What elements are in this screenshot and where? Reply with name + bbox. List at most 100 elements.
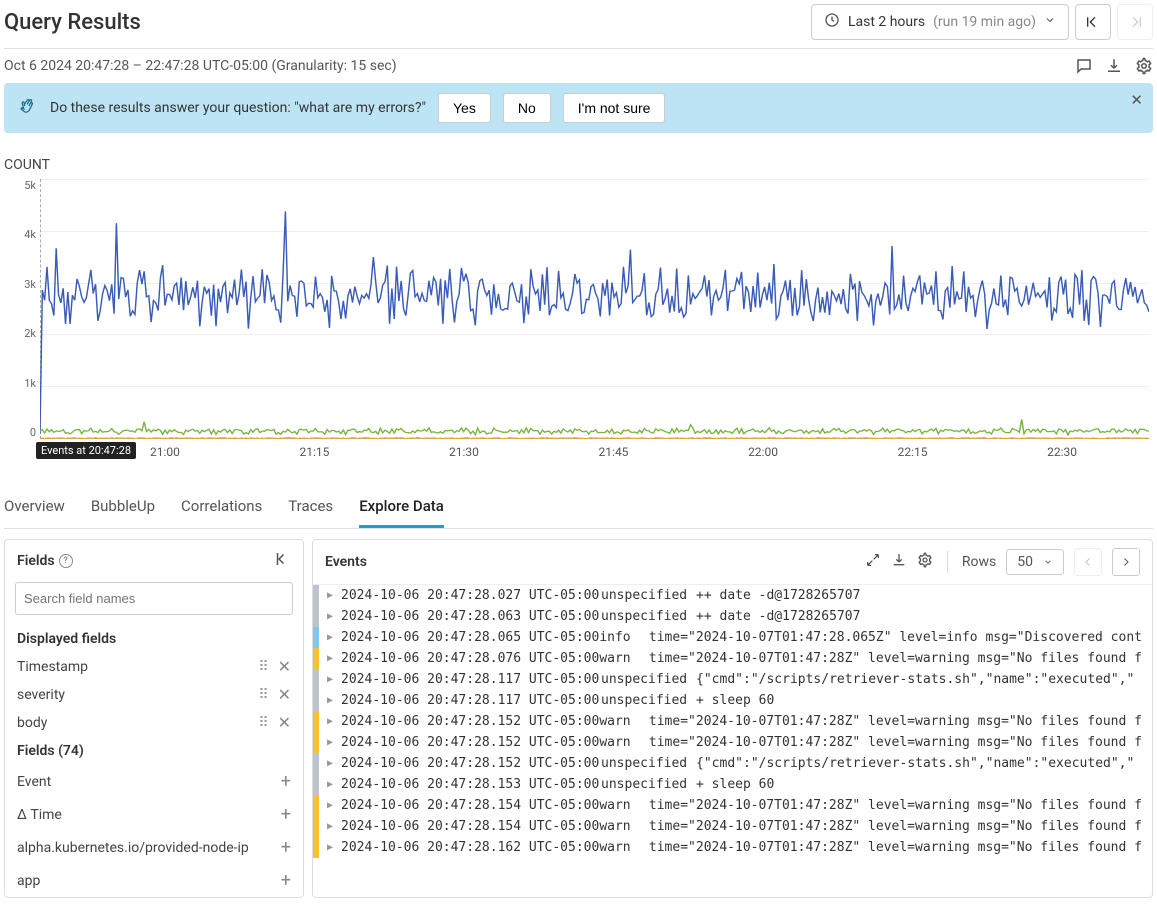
field-row[interactable]: alpha.kubernetes.io/provided-node-ip+ xyxy=(5,831,303,864)
event-timestamp: 2024-10-06 20:47:28.162 UTC-05:00 xyxy=(341,840,599,855)
x-tick: 21:15 xyxy=(300,445,330,459)
events-panel: Events Rows 50 xyxy=(312,539,1153,898)
field-row[interactable]: Event+ xyxy=(5,765,303,798)
expand-row-icon[interactable]: ▶ xyxy=(327,590,333,601)
expand-row-icon[interactable]: ▶ xyxy=(327,632,333,643)
expand-row-icon[interactable]: ▶ xyxy=(327,737,333,748)
collapse-panel-button[interactable] xyxy=(273,550,291,572)
event-body: ++ date -d@1728265707 xyxy=(696,609,860,624)
displayed-field-row[interactable]: severity ⠿ ✕ xyxy=(5,681,303,709)
displayed-field-row[interactable]: body⠿✕ xyxy=(5,709,303,737)
event-severity: warn xyxy=(599,714,649,729)
banner-unsure-button[interactable]: I'm not sure xyxy=(563,93,666,123)
count-chart[interactable]: 5k4k3k2k1k0 Events at 20:47:28 xyxy=(40,179,1149,439)
event-body: time="2024-10-07T01:47:28Z" level=warnin… xyxy=(649,714,1142,729)
event-body: time="2024-10-07T01:47:28Z" level=warnin… xyxy=(649,651,1142,666)
event-row[interactable]: ▶2024-10-06 20:47:28.152 UTC-05:00warnti… xyxy=(313,711,1152,732)
time-range-selector[interactable]: Last 2 hours (run 19 min ago) xyxy=(811,4,1069,40)
next-page-button[interactable] xyxy=(1112,548,1140,576)
event-row[interactable]: ▶ 2024-10-06 20:47:28.117 UTC-05:00unspec… xyxy=(313,669,1152,690)
event-row[interactable]: ▶2024-10-06 20:47:28.162 UTC-05:00warnti… xyxy=(313,837,1152,858)
banner-no-button[interactable]: No xyxy=(503,93,551,123)
tab-overview[interactable]: Overview xyxy=(4,487,65,528)
event-row[interactable]: ▶ 2024-10-06 20:47:28.154 UTC-05:00warnti… xyxy=(313,816,1152,837)
event-row[interactable]: ▶2024-10-06 20:47:28.152 UTC-05:00warnti… xyxy=(313,732,1152,753)
event-row[interactable]: ▶2024-10-06 20:47:28.152 UTC-05:00unspec… xyxy=(313,753,1152,774)
expand-row-icon[interactable]: ▶ xyxy=(327,779,333,790)
event-timestamp: 2024-10-06 20:47:28.153 UTC-05:00 xyxy=(341,777,601,792)
x-tick: 22:15 xyxy=(898,445,928,459)
event-timestamp: 2024-10-06 20:47:28.117 UTC-05:00 xyxy=(341,672,601,687)
event-timestamp: 2024-10-06 20:47:28.154 UTC-05:00 xyxy=(341,798,599,813)
drag-handle-icon[interactable]: ⠿ xyxy=(258,659,267,675)
tab-explore-data[interactable]: Explore Data xyxy=(359,487,444,528)
event-row[interactable]: ▶2024-10-06 20:47:28.117 UTC-05:00unspec… xyxy=(313,690,1152,711)
rows-select[interactable]: 50 xyxy=(1006,549,1064,575)
event-severity: warn xyxy=(599,798,649,813)
comment-button[interactable] xyxy=(1075,57,1093,75)
event-timestamp: 2024-10-06 20:47:28.152 UTC-05:00 xyxy=(341,735,599,750)
expand-row-icon[interactable]: ▶ xyxy=(327,695,333,706)
banner-yes-button[interactable]: Yes xyxy=(438,93,491,123)
drag-handle-icon[interactable]: ⠿ xyxy=(258,687,267,703)
prev-query-button[interactable] xyxy=(1075,4,1111,40)
tab-traces[interactable]: Traces xyxy=(288,487,333,528)
field-row[interactable]: app+ xyxy=(5,864,303,897)
remove-field-button[interactable]: ✕ xyxy=(278,715,291,731)
add-field-button[interactable]: + xyxy=(281,837,291,858)
prev-page-button xyxy=(1074,548,1102,576)
tab-correlations[interactable]: Correlations xyxy=(181,487,262,528)
events-download-button[interactable] xyxy=(891,552,907,572)
tab-bubbleup[interactable]: BubbleUp xyxy=(91,487,155,528)
expand-button[interactable] xyxy=(865,552,881,572)
event-timestamp: 2024-10-06 20:47:28.063 UTC-05:00 xyxy=(341,609,601,624)
field-row[interactable]: Δ Time + xyxy=(5,798,303,831)
add-field-button[interactable]: + xyxy=(281,804,291,825)
y-tick: 0 xyxy=(6,426,36,439)
y-tick: 1k xyxy=(6,377,36,390)
fields-search-input[interactable] xyxy=(15,582,293,615)
y-tick: 2k xyxy=(6,327,36,340)
event-row[interactable]: ▶2024-10-06 20:47:28.154 UTC-05:00warnti… xyxy=(313,795,1152,816)
expand-row-icon[interactable]: ▶ xyxy=(327,821,333,832)
event-severity: unspecified xyxy=(601,777,696,792)
add-field-button[interactable]: + xyxy=(281,870,291,891)
help-icon[interactable]: ? xyxy=(59,554,73,568)
event-row[interactable]: ▶2024-10-06 20:47:28.065 UTC-05:00infoti… xyxy=(313,627,1152,648)
add-field-button[interactable]: + xyxy=(281,771,291,792)
expand-row-icon[interactable]: ▶ xyxy=(327,758,333,769)
event-row[interactable]: ▶ 2024-10-06 20:47:28.153 UTC-05:00unspec… xyxy=(313,774,1152,795)
expand-row-icon[interactable]: ▶ xyxy=(327,674,333,685)
fields-panel: Fields ? Displayed fields Timestamp⠿✕sev… xyxy=(4,539,304,898)
event-severity: unspecified xyxy=(601,672,696,687)
chart-plot xyxy=(40,179,1149,439)
events-settings-button[interactable] xyxy=(917,552,933,572)
result-tabs: Overview BubbleUp Correlations Traces Ex… xyxy=(4,487,1153,529)
expand-row-icon[interactable]: ▶ xyxy=(327,611,333,622)
settings-button[interactable] xyxy=(1135,57,1153,75)
event-row[interactable]: ▶2024-10-06 20:47:28.063 UTC-05:00unspec… xyxy=(313,606,1152,627)
banner-close-button[interactable]: ✕ xyxy=(1130,91,1143,109)
remove-field-button[interactable]: ✕ xyxy=(278,659,291,675)
displayed-field-row[interactable]: Timestamp⠿✕ xyxy=(5,653,303,681)
event-row[interactable]: ▶2024-10-06 20:47:28.027 UTC-05:00unspec… xyxy=(313,585,1152,606)
expand-row-icon[interactable]: ▶ xyxy=(327,653,333,664)
event-row[interactable]: ▶2024-10-06 20:47:28.076 UTC-05:00warnti… xyxy=(313,648,1152,669)
event-timestamp: 2024-10-06 20:47:28.154 UTC-05:00 xyxy=(341,819,599,834)
expand-row-icon[interactable]: ▶ xyxy=(327,800,333,811)
expand-row-icon[interactable]: ▶ xyxy=(327,842,333,853)
field-name: severity xyxy=(17,687,65,703)
event-severity: warn xyxy=(599,651,649,666)
field-name: Δ Time xyxy=(17,807,62,823)
x-axis-ticks: 21:0021:1521:3021:4522:0022:1522:30 xyxy=(40,439,1149,459)
fields-heading: Fields xyxy=(17,553,55,569)
x-tick: 22:30 xyxy=(1047,445,1077,459)
event-severity: warn xyxy=(599,819,649,834)
remove-field-button[interactable]: ✕ xyxy=(278,687,291,703)
event-severity: unspecified xyxy=(601,588,696,603)
download-button[interactable] xyxy=(1105,57,1123,75)
expand-row-icon[interactable]: ▶ xyxy=(327,716,333,727)
event-timestamp: 2024-10-06 20:47:28.152 UTC-05:00 xyxy=(341,756,601,771)
event-body: time="2024-10-07T01:47:28Z" level=warnin… xyxy=(649,819,1142,834)
drag-handle-icon[interactable]: ⠿ xyxy=(258,715,267,731)
